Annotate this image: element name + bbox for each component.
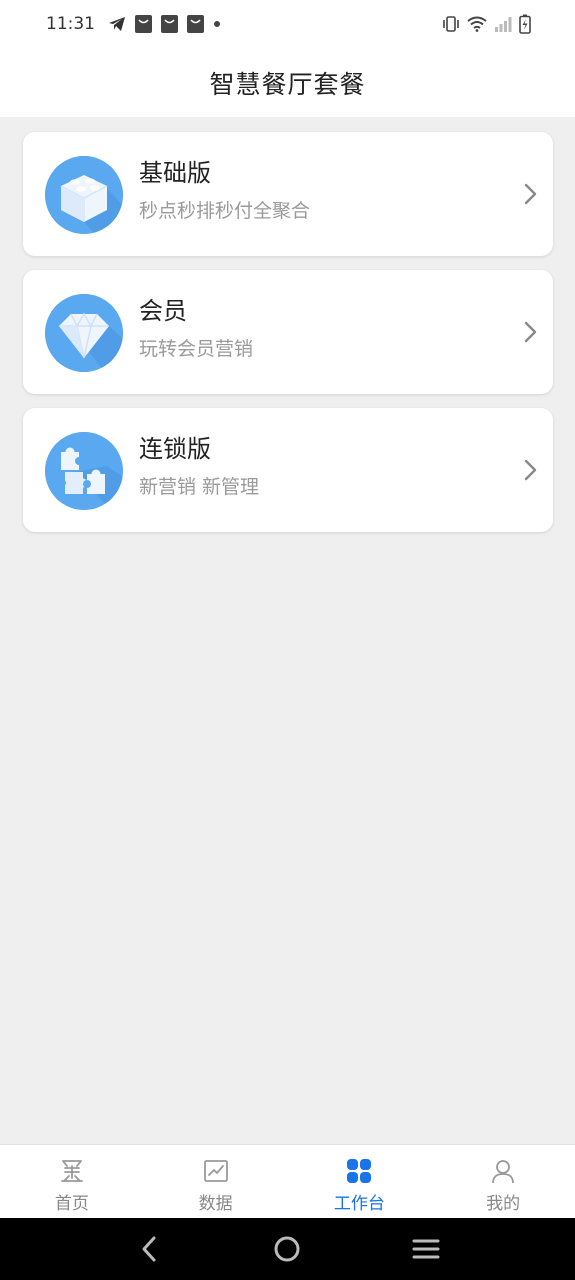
card-text: 连锁版 新营销 新管理 xyxy=(139,432,259,500)
dot-icon xyxy=(213,20,221,28)
shopping-bag-icon xyxy=(135,15,152,33)
card-title: 基础版 xyxy=(139,159,211,187)
home-logo-icon xyxy=(58,1157,86,1185)
tab-workbench[interactable]: 工作台 xyxy=(288,1145,432,1218)
tab-home[interactable]: 首页 xyxy=(0,1145,144,1218)
status-right xyxy=(442,14,531,34)
header: 智慧餐厅套餐 xyxy=(0,48,575,117)
recent-apps-button[interactable] xyxy=(406,1229,446,1269)
lego-block-icon xyxy=(45,156,123,234)
card-subtitle: 新营销 新管理 xyxy=(139,476,260,498)
package-card-chain[interactable]: 连锁版 新营销 新管理 xyxy=(23,408,553,532)
card-subtitle: 秒点秒排秒付全聚合 xyxy=(139,200,311,222)
tab-label: 我的 xyxy=(486,1194,521,1214)
tab-data[interactable]: 数据 xyxy=(144,1145,288,1218)
card-text: 基础版 秒点秒排秒付全聚合 xyxy=(139,156,310,224)
package-card-basic[interactable]: 基础版 秒点秒排秒付全聚合 xyxy=(23,132,553,256)
back-icon xyxy=(142,1236,156,1262)
card-text: 会员 玩转会员营销 xyxy=(139,294,253,362)
status-bar: 11:31 xyxy=(0,0,575,48)
card-subtitle: 玩转会员营销 xyxy=(139,338,254,360)
tab-label: 工作台 xyxy=(333,1194,385,1214)
shopping-bag-icon xyxy=(187,15,204,33)
home-button[interactable] xyxy=(267,1229,307,1269)
tab-label: 首页 xyxy=(54,1194,89,1214)
back-button[interactable] xyxy=(129,1229,169,1269)
package-card-member[interactable]: 会员 玩转会员营销 xyxy=(23,270,553,394)
card-title: 会员 xyxy=(139,297,187,325)
workbench-grid-icon xyxy=(345,1157,373,1185)
page-title: 智慧餐厅套餐 xyxy=(209,69,366,99)
card-title: 连锁版 xyxy=(139,435,211,463)
diamond-icon xyxy=(45,294,123,372)
telegram-icon xyxy=(108,16,126,32)
chevron-right-icon xyxy=(524,459,537,481)
vibrate-icon xyxy=(442,16,460,32)
battery-charging-icon xyxy=(519,14,531,34)
menu-icon xyxy=(412,1239,440,1259)
signal-icon xyxy=(494,16,512,32)
chevron-right-icon xyxy=(524,321,537,343)
status-left: 11:31 xyxy=(46,14,221,34)
shopping-bag-icon xyxy=(161,15,178,33)
status-time: 11:31 xyxy=(46,14,95,34)
tab-mine[interactable]: 我的 xyxy=(431,1145,575,1218)
chart-icon xyxy=(202,1157,230,1185)
user-icon xyxy=(489,1157,517,1185)
system-nav-bar xyxy=(0,1218,575,1280)
wifi-icon xyxy=(467,16,487,32)
bottom-tab-bar: 首页 数据 工作台 我的 xyxy=(0,1144,575,1218)
tab-label: 数据 xyxy=(198,1194,233,1214)
chevron-right-icon xyxy=(524,183,537,205)
home-circle-icon xyxy=(274,1236,300,1262)
puzzle-icon xyxy=(45,432,123,510)
